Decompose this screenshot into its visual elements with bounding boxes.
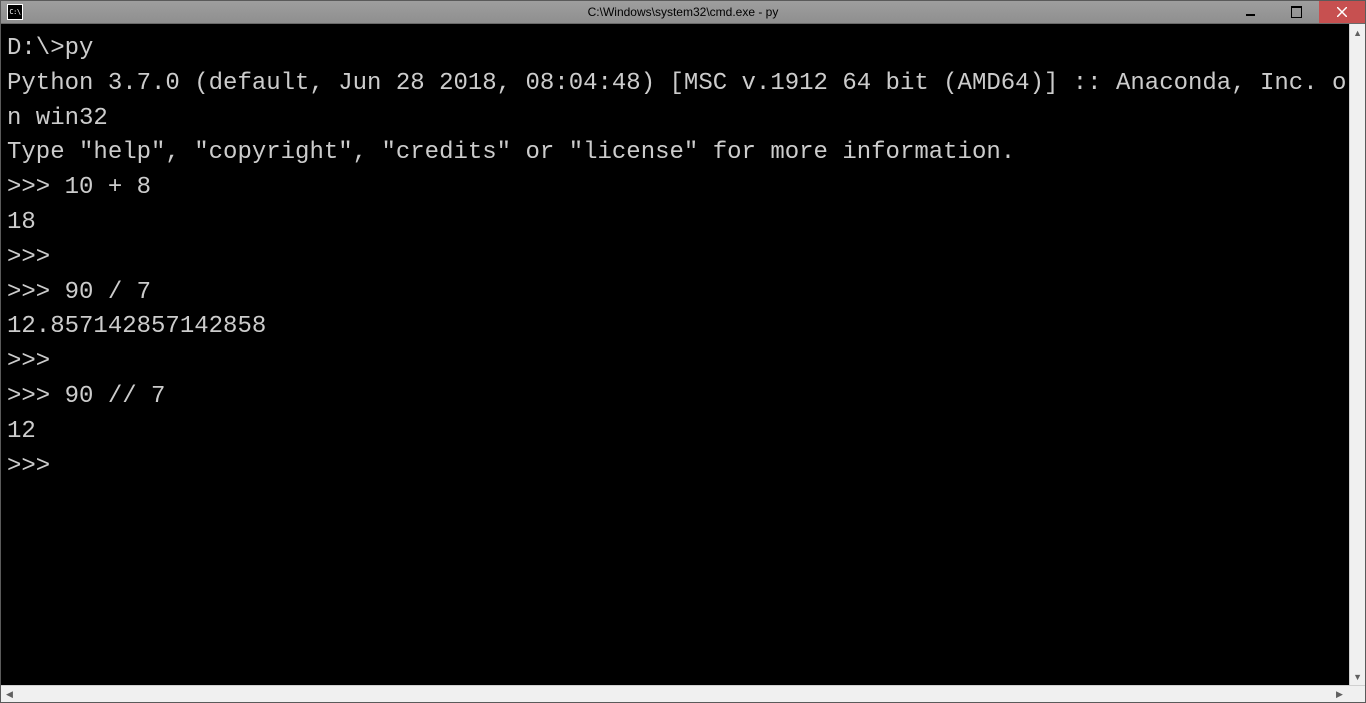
maximize-button[interactable]: [1273, 1, 1319, 23]
terminal-line: >>>: [7, 345, 1349, 380]
terminal-line: Type "help", "copyright", "credits" or "…: [7, 136, 1349, 171]
terminal-line: 12.857142857142858: [7, 310, 1349, 345]
terminal-line: >>> 10 + 8: [7, 171, 1349, 206]
minimize-button[interactable]: [1227, 1, 1273, 23]
terminal-line: Python 3.7.0 (default, Jun 28 2018, 08:0…: [7, 67, 1349, 137]
terminal-line: >>> 90 / 7: [7, 276, 1349, 311]
close-icon: [1337, 7, 1347, 17]
cmd-icon[interactable]: [7, 4, 23, 20]
client-area: D:\>pyPython 3.7.0 (default, Jun 28 2018…: [1, 24, 1365, 702]
close-button[interactable]: [1319, 1, 1365, 23]
titlebar[interactable]: C:\Windows\system32\cmd.exe - py: [1, 1, 1365, 24]
terminal-line: >>>: [7, 450, 1349, 485]
scrollbar-vertical-track[interactable]: [1350, 41, 1365, 668]
terminal-line: 18: [7, 206, 1349, 241]
terminal-line: D:\>py: [7, 32, 1349, 67]
scroll-right-icon[interactable]: ▶: [1331, 686, 1348, 702]
terminal-line: 12: [7, 415, 1349, 450]
terminal-line: >>> 90 // 7: [7, 380, 1349, 415]
scroll-left-icon[interactable]: ◀: [1, 686, 18, 702]
scrollbar-corner: [1348, 686, 1365, 702]
terminal-output[interactable]: D:\>pyPython 3.7.0 (default, Jun 28 2018…: [1, 24, 1349, 685]
window-title: C:\Windows\system32\cmd.exe - py: [1, 5, 1365, 19]
scroll-up-icon[interactable]: ▲: [1350, 24, 1365, 41]
terminal-wrap: D:\>pyPython 3.7.0 (default, Jun 28 2018…: [1, 24, 1365, 685]
cmd-window: C:\Windows\system32\cmd.exe - py D:\>pyP…: [0, 0, 1366, 703]
window-controls: [1227, 1, 1365, 23]
scrollbar-horizontal[interactable]: ◀ ▶: [1, 685, 1365, 702]
scroll-down-icon[interactable]: ▼: [1350, 668, 1365, 685]
scrollbar-vertical[interactable]: ▲ ▼: [1349, 24, 1365, 685]
terminal-line: >>>: [7, 241, 1349, 276]
scrollbar-horizontal-track[interactable]: [18, 686, 1331, 702]
